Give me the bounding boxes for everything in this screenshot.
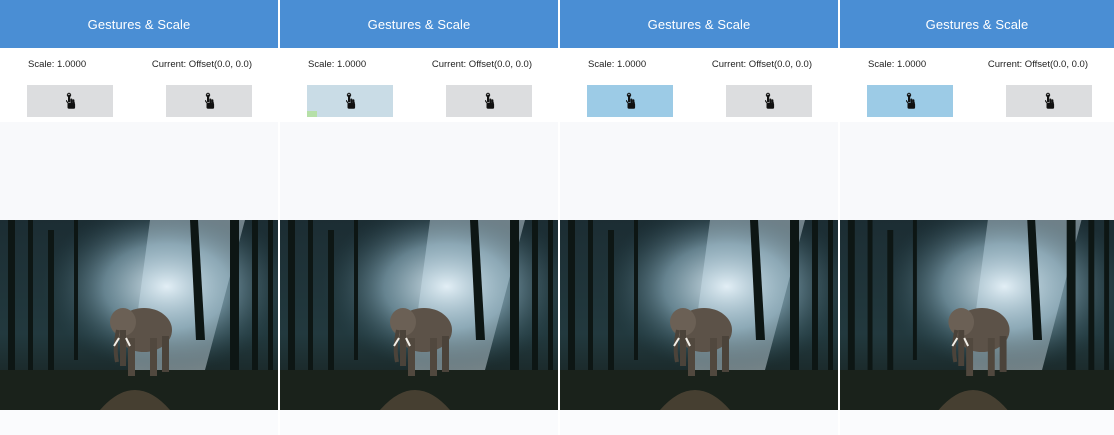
info-row: Scale: 1.0000 Current: Offset(0.0, 0.0) [560,48,838,80]
button-row [560,80,838,122]
touch-hand-icon [625,92,636,109]
button-row [840,80,1114,122]
app-screen-1: Gestures & Scale Scale: 1.0000 Current: … [0,0,278,435]
bottom-blank-area [0,410,278,435]
app-bar-title: Gestures & Scale [367,16,471,32]
bottom-blank-area [560,410,838,435]
app-screen-3: Gestures & Scale Scale: 1.0000 Current: … [558,0,838,435]
app-bar: Gestures & Scale [560,0,838,48]
gesture-button-right[interactable] [1006,85,1092,117]
button-row [280,80,558,122]
button-row [0,80,278,122]
gesture-button-right[interactable] [446,85,532,117]
app-screen-2: Gestures & Scale Scale: 1.0000 Current: … [278,0,558,435]
app-bar: Gestures & Scale [840,0,1114,48]
offset-readout: Current: Offset(0.0, 0.0) [151,58,252,70]
touch-hand-icon [204,92,215,109]
app-bar-title: Gestures & Scale [925,16,1029,32]
gesture-canvas-area[interactable] [280,122,558,220]
gesture-button-right[interactable] [726,85,812,117]
info-row: Scale: 1.0000 Current: Offset(0.0, 0.0) [840,48,1114,80]
elephant-photo[interactable] [0,220,278,410]
touch-hand-icon [345,92,356,109]
app-bar-title: Gestures & Scale [87,16,191,32]
scale-readout: Scale: 1.0000 [28,58,87,70]
gesture-canvas-area[interactable] [840,122,1114,220]
gesture-button-right[interactable] [166,85,252,117]
touch-hand-icon [1044,92,1055,109]
elephant-photo[interactable] [560,220,838,410]
gesture-canvas-area[interactable] [560,122,838,220]
scale-readout: Scale: 1.0000 [308,58,367,70]
offset-readout: Current: Offset(0.0, 0.0) [987,58,1088,70]
screenshot-strip: Gestures & Scale Scale: 1.0000 Current: … [0,0,1114,435]
gesture-button-left[interactable] [27,85,113,117]
scale-readout: Scale: 1.0000 [588,58,647,70]
gesture-button-left[interactable] [307,85,393,117]
info-row: Scale: 1.0000 Current: Offset(0.0, 0.0) [280,48,558,80]
bottom-blank-area [840,410,1114,435]
touch-hand-icon [764,92,775,109]
gesture-button-left[interactable] [867,85,953,117]
gesture-canvas-area[interactable] [0,122,278,220]
touch-hand-icon [65,92,76,109]
offset-readout: Current: Offset(0.0, 0.0) [711,58,812,70]
touch-hand-icon [905,92,916,109]
app-bar: Gestures & Scale [280,0,558,48]
app-bar: Gestures & Scale [0,0,278,48]
touch-hand-icon [484,92,495,109]
scale-readout: Scale: 1.0000 [868,58,927,70]
info-row: Scale: 1.0000 Current: Offset(0.0, 0.0) [0,48,278,80]
touch-ripple [307,111,317,117]
offset-readout: Current: Offset(0.0, 0.0) [431,58,532,70]
bottom-blank-area [280,410,558,435]
elephant-photo[interactable] [840,220,1114,410]
elephant-photo[interactable] [280,220,558,410]
gesture-button-left[interactable] [587,85,673,117]
app-bar-title: Gestures & Scale [647,16,751,32]
app-screen-4: Gestures & Scale Scale: 1.0000 Current: … [838,0,1114,435]
